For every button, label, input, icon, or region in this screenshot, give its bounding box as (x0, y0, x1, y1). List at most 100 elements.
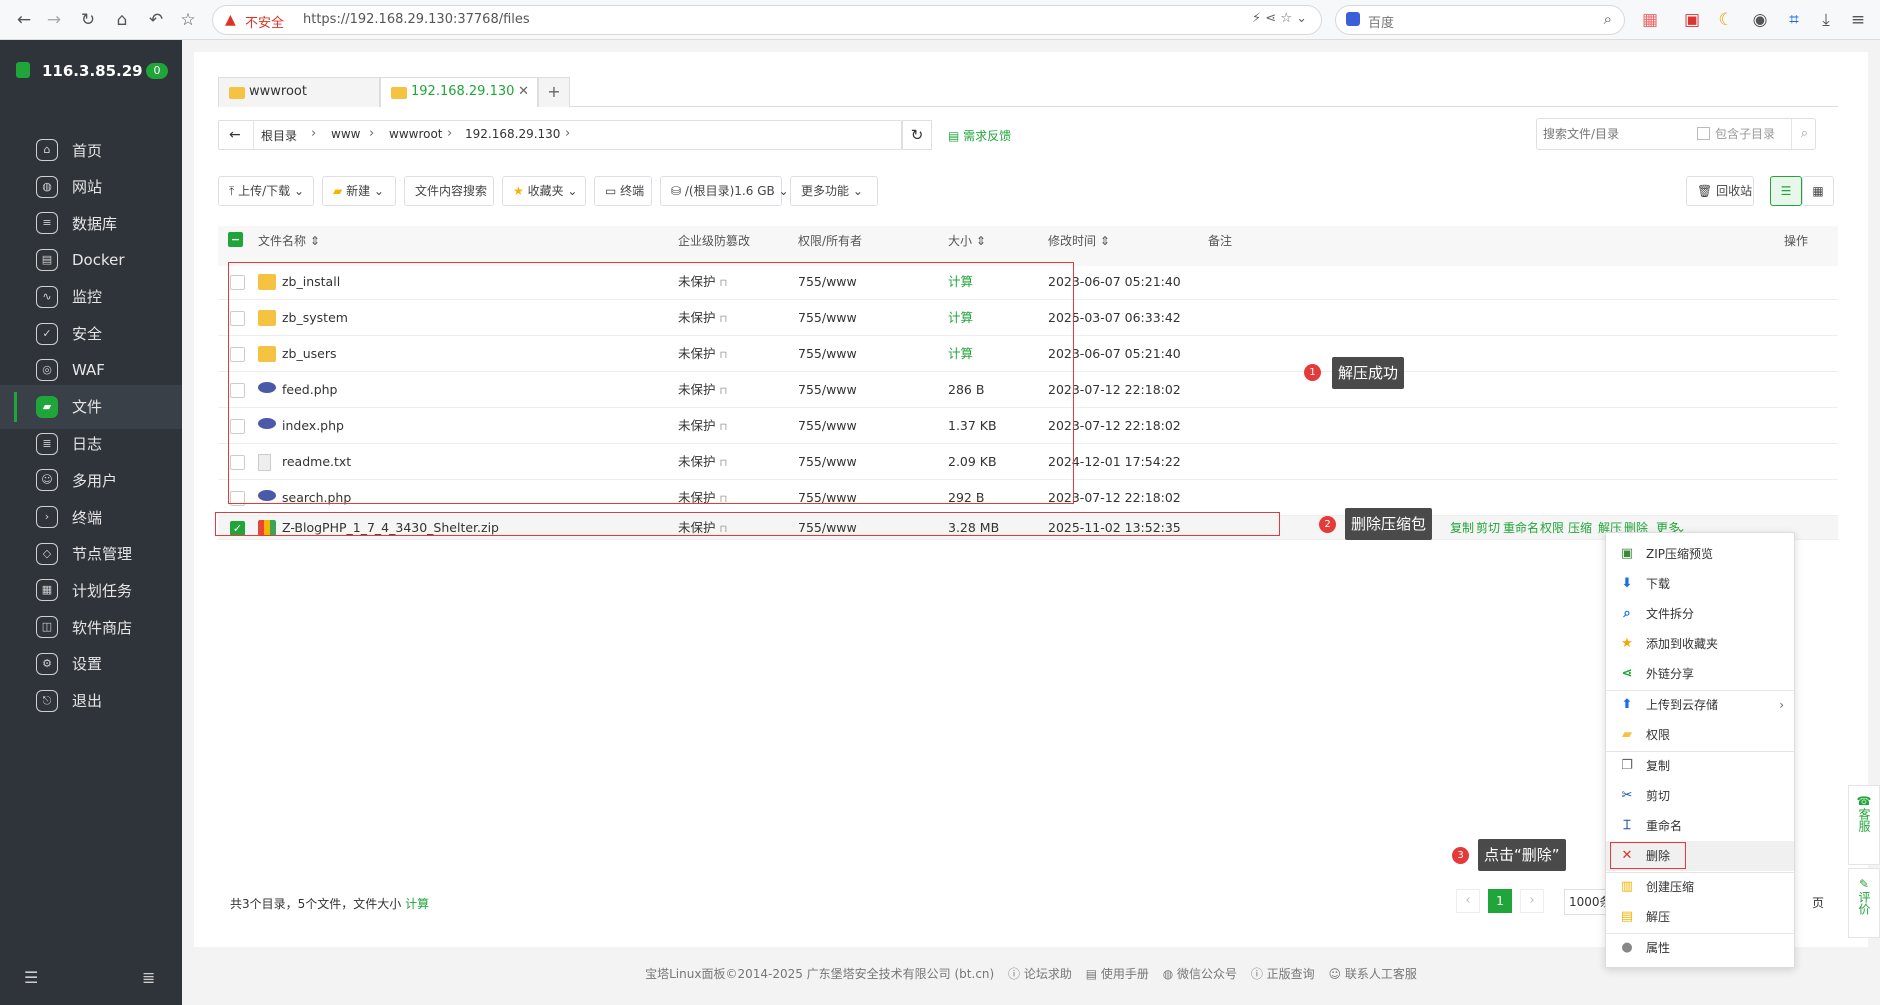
menu-item-5[interactable]: ⬆ 上传到云存储 › (1606, 690, 1794, 720)
support-link[interactable]: ☺ 联系人工客服 (1329, 967, 1417, 981)
row-action-0[interactable]: 复制 (1450, 516, 1474, 540)
menu-item-7[interactable]: ❐ 复制 (1606, 751, 1794, 781)
collapse-icon[interactable]: ☰ (24, 968, 38, 987)
sidebar-item-label: Docker (72, 251, 125, 270)
col-name[interactable]: 文件名称 ⇕ (258, 232, 320, 249)
crumb-root[interactable]: 根目录 (261, 127, 297, 144)
menu-item-8[interactable]: ✂ 剪切 (1606, 781, 1794, 811)
col-label: 大小 (948, 234, 973, 248)
prev-page-button[interactable]: ‹ (1456, 889, 1480, 913)
col-size[interactable]: 大小 ⇕ (948, 232, 986, 249)
feedback-link[interactable]: ▤ 需求反馈 (948, 127, 1011, 144)
menu-item-12[interactable]: ▤ 解压 (1606, 902, 1794, 932)
reload-icon[interactable]: ↻ (78, 10, 98, 30)
alert-badge[interactable]: 0 (146, 63, 168, 79)
wechat-link[interactable]: ◍ 微信公众号 (1163, 967, 1237, 981)
tab-current[interactable]: 192.168.29.130 ✕ (380, 77, 538, 107)
close-icon[interactable]: ✕ (518, 78, 529, 106)
chevron-right-icon: › (369, 126, 375, 141)
globe-icon: ◍ (36, 175, 58, 198)
menu-item-0[interactable]: ▣ ZIP压缩预览 (1606, 539, 1794, 569)
list-view-icon[interactable]: ☰ (1770, 176, 1802, 206)
new-button[interactable]: ▰ 新建 ⌄ (322, 176, 396, 206)
docker-icon: ▤ (36, 249, 58, 272)
row-action-4[interactable]: 压缩 (1568, 516, 1592, 540)
apps-icon[interactable]: ▦ (1640, 10, 1660, 30)
browser-search[interactable]: 百度 ⌕ (1335, 5, 1625, 35)
recycle-bin-button[interactable]: 🗑 回收站 (1686, 176, 1754, 206)
address-bar[interactable]: ▲ 不安全 https://192.168.29.130:37768/files… (212, 5, 1322, 35)
sidebar-item-label: 文件 (72, 398, 103, 417)
back-arrow-icon[interactable]: ← (229, 127, 241, 143)
row-action-3[interactable]: 权限 (1540, 516, 1564, 540)
menu-item-2[interactable]: ⌕ 文件拆分 (1606, 599, 1794, 629)
refresh-button[interactable]: ↻ (902, 120, 932, 150)
grid-view-icon[interactable]: ▦ (1802, 176, 1834, 206)
customer-service-tab[interactable]: ☎ 客服 (1848, 785, 1880, 865)
context-menu: ▣ ZIP压缩预览 ⬇ 下载 ⌕ 文件拆分 ★ 添加到收藏夹 ⋖ 外链分享 ⬆ 上传到云存储 › ▰ 权限 ❐… (1605, 532, 1795, 968)
menu-item-10[interactable]: ✕ 删除 (1606, 841, 1794, 871)
tab-label: 192.168.29.130 (411, 84, 515, 99)
menu-item-1[interactable]: ⬇ 下载 (1606, 569, 1794, 599)
menu-icon[interactable]: ≡ (1848, 10, 1868, 30)
home-icon[interactable]: ⌂ (112, 10, 132, 30)
current-page[interactable]: 1 (1488, 889, 1512, 913)
forward-icon[interactable]: → (44, 10, 64, 30)
search-input[interactable] (1543, 123, 1693, 145)
menu-item-11[interactable]: ▥ 创建压缩 (1606, 872, 1794, 902)
disk-button[interactable]: ⛁ /(根目录)1.6 GB ⌄ (660, 176, 789, 206)
next-page-button[interactable]: › (1520, 889, 1544, 913)
undo-icon[interactable]: ↶ (146, 10, 166, 30)
col-mtime[interactable]: 修改时间 ⇕ (1048, 232, 1110, 249)
star-icon: ★ (513, 184, 524, 198)
sidebar: 116.3.85.29 0 ⌂ 首页 ◍ 网站 ≡ 数据库 ▤ Docker ∿ 监控 ✓ 安全 ◎ WA… (0, 40, 182, 1005)
headset-icon: ☎ (1856, 794, 1872, 808)
menu-item-3[interactable]: ★ 添加到收藏夹 (1606, 629, 1794, 659)
tab-wwwroot[interactable]: wwwroot (218, 77, 380, 107)
menu-item-6[interactable]: ▰ 权限 (1606, 720, 1794, 750)
menu-item-13[interactable]: ● 属性 (1606, 933, 1794, 963)
link-label: 正版查询 (1266, 967, 1315, 981)
extension-icon[interactable]: ◉ (1750, 10, 1770, 30)
sidebar-item-15[interactable]: ⎋ 退出 (0, 679, 182, 723)
users-icon: ☺ (36, 469, 58, 492)
crop-icon[interactable]: ⌗ (1784, 10, 1804, 30)
more-functions-button[interactable]: 更多功能 ⌄ (790, 176, 878, 206)
page-actions-icon[interactable]: ⚡ ⋖ ☆ ⌄ (1252, 11, 1307, 26)
crumb-wwwroot[interactable]: wwwroot (389, 127, 443, 141)
menu-item-label: 剪切 (1646, 789, 1671, 803)
pdf-icon[interactable]: ▣ (1682, 10, 1702, 30)
terminal-button[interactable]: ▭ 终端 (594, 176, 652, 206)
delete-highlight-box (1610, 842, 1686, 869)
service-label: 客服 (1857, 808, 1871, 832)
row-action-1[interactable]: 剪切 (1476, 516, 1500, 540)
add-tab-button[interactable]: + (538, 77, 570, 107)
back-icon[interactable]: ← (14, 10, 34, 30)
favorites-button[interactable]: ★ 收藏夹 ⌄ (502, 176, 586, 206)
crumb-www[interactable]: www (331, 127, 360, 141)
search-icon[interactable]: ⌕ (1791, 119, 1817, 149)
menu-item-4[interactable]: ⋖ 外链分享 (1606, 659, 1794, 689)
list-toggle-icon[interactable]: ≣ (142, 968, 155, 987)
menu-item-9[interactable]: ⌶ 重命名 (1606, 811, 1794, 841)
menu-item-label: 外链分享 (1646, 667, 1695, 681)
manual-link[interactable]: ▤ 使用手册 (1086, 967, 1149, 981)
calc-size-link[interactable]: 计算 (405, 897, 429, 911)
menu-item-label: 权限 (1646, 728, 1671, 742)
subdir-checkbox[interactable] (1697, 127, 1710, 140)
upload-download-button[interactable]: ⤒ 上传/下载 ⌄ (218, 176, 314, 206)
annotation-badge-2: 2 (1319, 516, 1336, 533)
download-icon[interactable]: ⤓ (1816, 10, 1836, 30)
crumb-current[interactable]: 192.168.29.130 (465, 127, 560, 141)
search-icon[interactable]: ⌕ (1604, 10, 1612, 28)
moon-icon[interactable]: ☾ (1716, 10, 1736, 30)
row-action-2[interactable]: 重命名 (1503, 516, 1539, 540)
content-search-button[interactable]: 文件内容搜索 (404, 176, 494, 206)
review-tab[interactable]: ✎ 评价 (1848, 868, 1880, 938)
bookmark-star-icon[interactable]: ☆ (178, 10, 198, 30)
verify-link[interactable]: ⓘ 正版查询 (1251, 967, 1315, 981)
sidebar-item-label: 节点管理 (72, 545, 133, 564)
forum-link[interactable]: ⓘ 论坛求助 (1008, 967, 1072, 981)
menu-item-label: ZIP压缩预览 (1646, 547, 1713, 561)
select-all-checkbox[interactable]: − (228, 232, 243, 247)
